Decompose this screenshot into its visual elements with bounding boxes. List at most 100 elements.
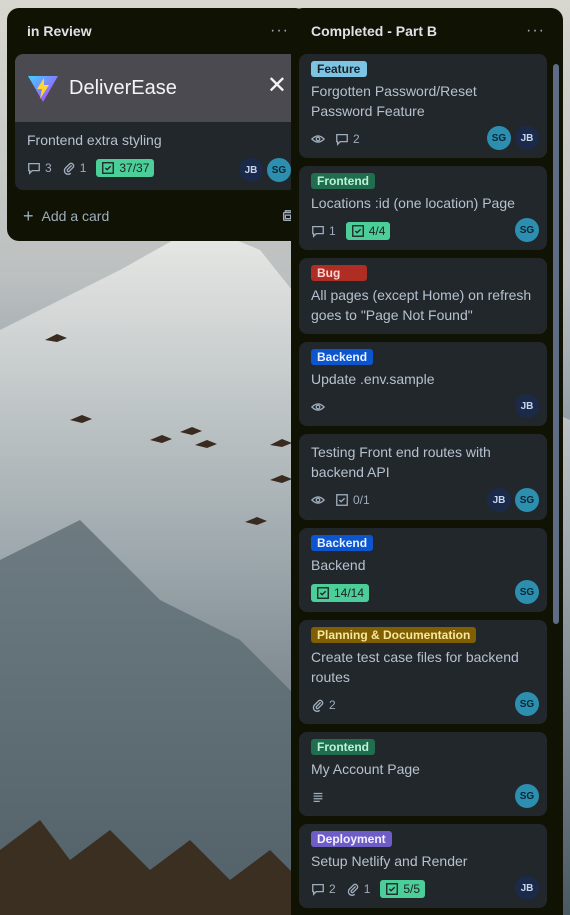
checklist-count: 37/37 — [119, 161, 150, 175]
card-title: Locations :id (one location) Page — [311, 195, 515, 211]
card[interactable]: Planning & Documentation Create test cas… — [299, 620, 547, 724]
card[interactable]: Backend Update .env.sample JB — [299, 342, 547, 426]
comment-icon — [336, 133, 348, 146]
card-title: Setup Netlify and Render — [311, 853, 468, 869]
card-label-deployment: Deployment — [311, 831, 392, 847]
avatar[interactable]: SG — [515, 218, 539, 242]
checklist-icon — [386, 883, 399, 895]
card-badges — [311, 395, 535, 419]
comment-icon — [312, 883, 324, 896]
card[interactable]: Backend Backend 14/14 SG — [299, 528, 547, 612]
checklist-badge: 5/5 — [380, 880, 426, 898]
comments-badge: 3 — [27, 161, 52, 175]
comment-icon — [28, 162, 40, 175]
card-title: Frontend extra styling — [27, 132, 162, 148]
card[interactable]: Frontend Locations :id (one location) Pa… — [299, 166, 547, 250]
card-label-bug: Bug — [311, 265, 367, 281]
list-title[interactable]: in Review — [27, 23, 92, 39]
card-members: SG — [515, 784, 539, 808]
paperclip-icon — [63, 162, 74, 175]
card[interactable]: Frontend My Account Page SG — [299, 732, 547, 816]
comments-count: 3 — [45, 161, 52, 175]
card-title: Update .env.sample — [311, 371, 435, 387]
card-title: Testing Front end routes with backend AP… — [311, 444, 491, 480]
card-title: All pages (except Home) on refresh goes … — [311, 287, 532, 323]
comments-count: 1 — [329, 224, 336, 238]
attachments-count: 1 — [363, 882, 371, 896]
list-header: in Review ··· — [7, 8, 307, 54]
vite-logo-icon — [28, 76, 58, 102]
list-title[interactable]: Completed - Part B — [311, 23, 437, 39]
avatar[interactable]: SG — [515, 692, 539, 716]
paperclip-icon — [347, 883, 358, 896]
card-title: Backend — [311, 557, 366, 573]
avatar[interactable]: JB — [515, 126, 539, 150]
avatar[interactable]: SG — [515, 784, 539, 808]
attachments-badge: 1 — [346, 882, 371, 896]
card-cover[interactable]: DeliverEase ✕ — [15, 54, 299, 122]
attachments-badge: 2 — [311, 698, 336, 712]
card-badges: 2 1 5/5 — [311, 877, 535, 901]
card[interactable]: Frontend extra styling 3 1 37/37 JB SG — [15, 122, 299, 190]
card-title: Forgotten Password/Reset Password Featur… — [311, 83, 477, 119]
attachments-count: 2 — [329, 698, 336, 712]
checklist-badge: 14/14 — [311, 584, 370, 602]
list-header: Completed - Part B ··· — [291, 8, 563, 54]
paperclip-icon — [312, 699, 324, 712]
card-title: Create test case files for backend route… — [311, 649, 519, 685]
close-icon[interactable]: ✕ — [267, 74, 287, 98]
checklist-count: 0/1 — [353, 493, 370, 507]
card-title: My Account Page — [311, 761, 420, 777]
checklist-badge: 0/1 — [335, 493, 370, 507]
attachments-badge: 1 — [62, 161, 87, 175]
card[interactable]: Deployment Setup Netlify and Render 2 1 … — [299, 824, 547, 908]
checklist-badge: 37/37 — [96, 159, 155, 177]
card-label-frontend: Frontend — [311, 739, 375, 755]
app-name: DeliverEase — [69, 76, 177, 99]
checklist-count: 4/4 — [368, 224, 386, 238]
checklist-icon — [336, 494, 348, 506]
checklist-icon — [351, 225, 364, 237]
comments-badge: 2 — [335, 132, 360, 146]
card[interactable]: Bug All pages (except Home) on refresh g… — [299, 258, 547, 334]
avatar[interactable]: SG — [515, 488, 539, 512]
card-members: JB — [515, 394, 539, 418]
checklist-icon — [317, 587, 329, 599]
card[interactable]: Feature Forgotten Password/Reset Passwor… — [299, 54, 547, 158]
card-label-backend: Backend — [311, 349, 374, 365]
avatar[interactable]: JB — [515, 394, 539, 418]
card-label-feature: Feature — [311, 61, 367, 77]
checklist-count: 5/5 — [403, 882, 421, 896]
list-in-review: in Review ··· DeliverEase ✕ Frontend ext… — [7, 8, 307, 241]
card-members: JB SG — [239, 158, 291, 182]
avatar[interactable]: SG — [515, 580, 539, 604]
card-members: SG — [515, 580, 539, 604]
card-label-backend: Backend — [311, 535, 374, 551]
comments-badge: 2 — [311, 882, 336, 896]
avatar[interactable]: JB — [239, 158, 263, 182]
card-members: SG JB — [487, 126, 539, 150]
plus-icon: + — [23, 205, 34, 226]
card-badges: 14/14 — [311, 581, 535, 605]
add-card-label: Add a card — [41, 208, 110, 224]
checklist-count: 14/14 — [334, 586, 365, 600]
checklist-icon — [102, 162, 115, 174]
add-card-button[interactable]: + Add a card — [7, 198, 307, 234]
watch-eye-icon — [311, 135, 325, 143]
card-badges: 1 4/4 — [311, 219, 535, 243]
list-completed-part-b: Completed - Part B ··· Feature Forgotten… — [291, 8, 563, 915]
avatar[interactable]: JB — [487, 488, 511, 512]
card-members: JB SG — [487, 488, 539, 512]
avatar[interactable]: SG — [487, 126, 511, 150]
watch-eye-icon — [311, 496, 325, 504]
watch-eye-icon — [311, 403, 325, 411]
description-icon — [313, 792, 323, 803]
avatar[interactable]: SG — [267, 158, 291, 182]
comments-badge: 1 — [311, 224, 336, 238]
list-scrollbar[interactable] — [553, 64, 559, 624]
card[interactable]: Testing Front end routes with backend AP… — [299, 434, 547, 520]
attachments-count: 1 — [79, 161, 87, 175]
card-members: SG — [515, 692, 539, 716]
list-menu-button[interactable]: ··· — [520, 20, 551, 42]
avatar[interactable]: JB — [515, 876, 539, 900]
